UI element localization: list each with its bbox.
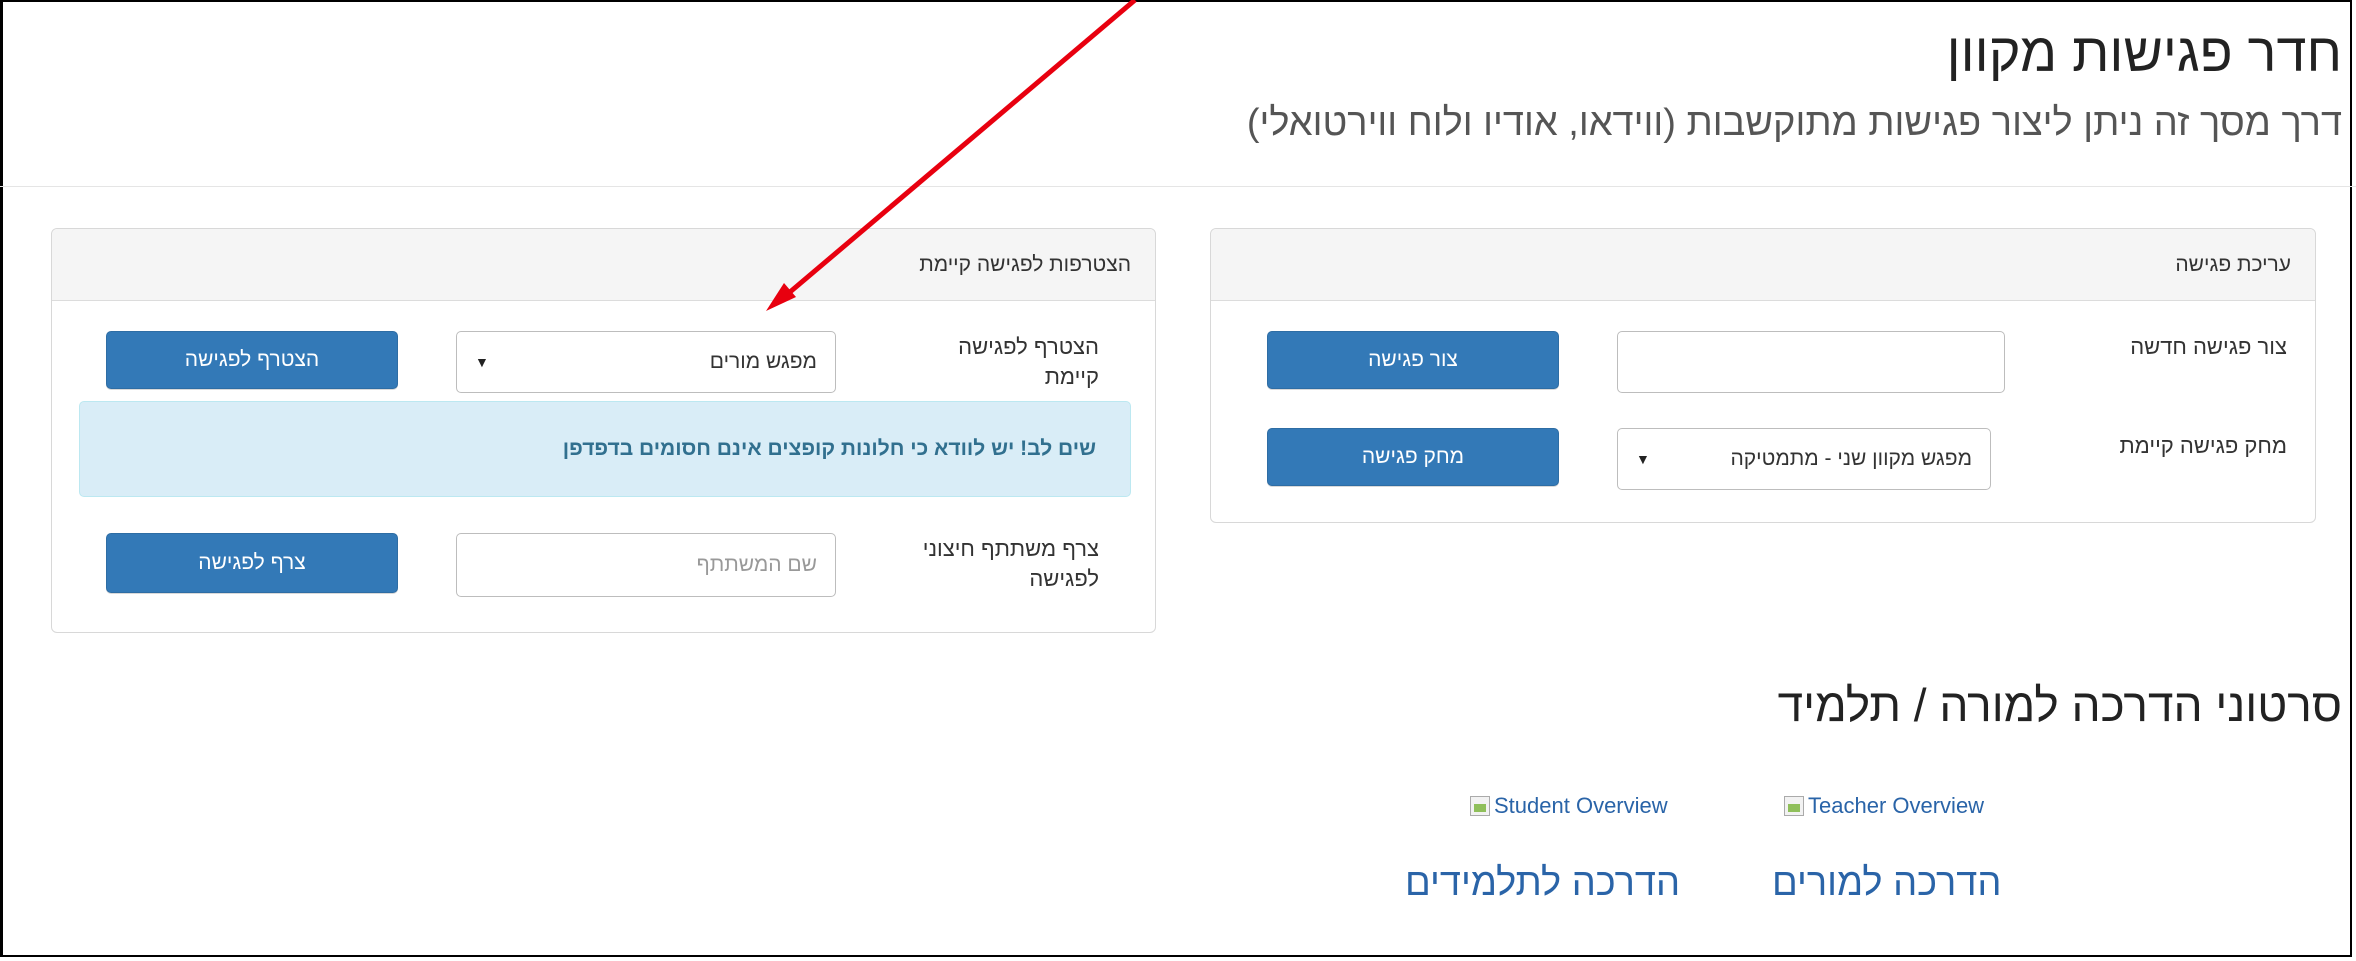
annotation-arrow-head xyxy=(766,283,796,311)
annotation-arrow-line xyxy=(788,0,1137,294)
annotation-arrow xyxy=(766,0,1137,311)
